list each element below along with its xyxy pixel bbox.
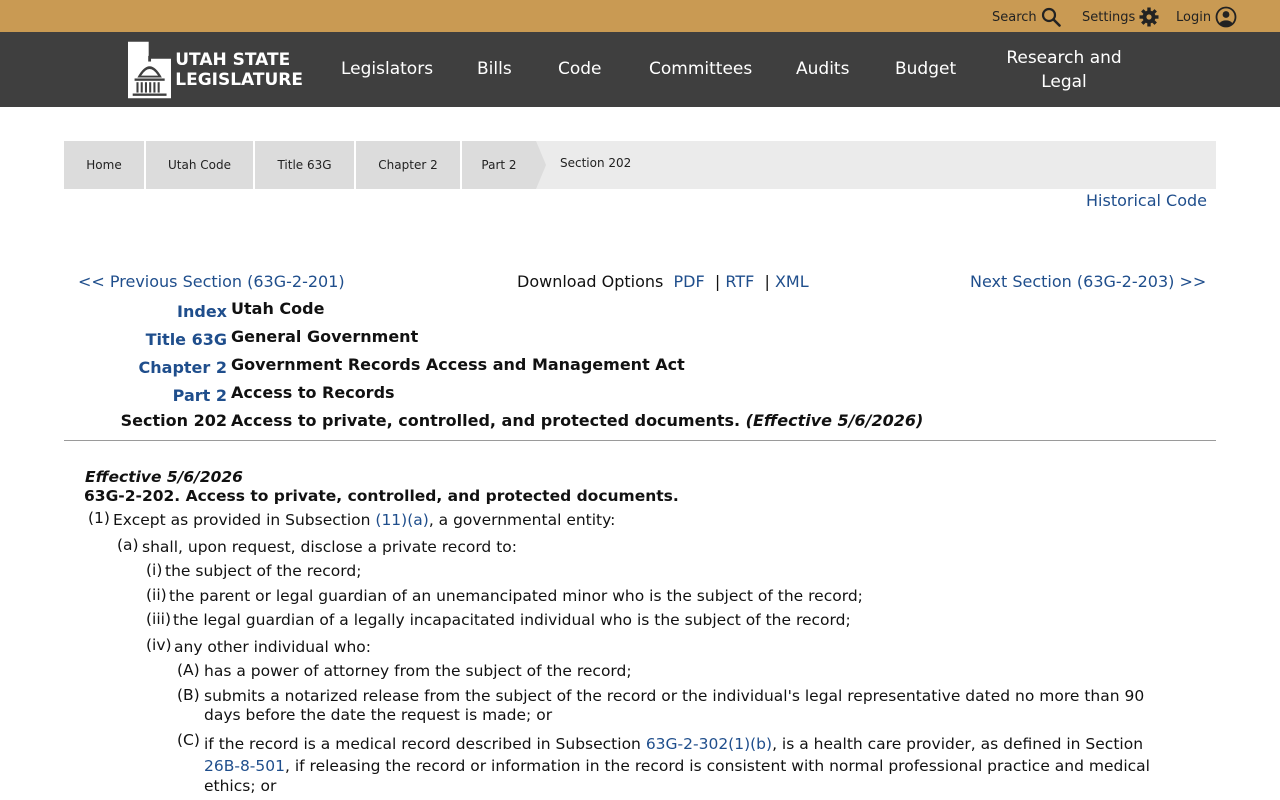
subsection-number: (A)	[177, 661, 200, 679]
breadcrumb-utah-code[interactable]: Utah Code	[146, 141, 255, 189]
subsection-text: Except as provided in Subsection (11)(a)…	[113, 511, 616, 529]
subsection-text: the subject of the record;	[165, 562, 362, 580]
breadcrumb-current-section: Section 202	[560, 156, 632, 170]
subsection-text: if the record is a medical record descri…	[204, 735, 1150, 795]
download-pdf-link[interactable]: PDF	[674, 272, 705, 291]
statute-link[interactable]: 63G-2-302(1)(b)	[646, 735, 772, 753]
capitol-logo-icon	[128, 41, 172, 99]
login-button[interactable]: Login	[1176, 6, 1237, 28]
user-icon	[1215, 6, 1237, 28]
title-value: General Government	[231, 327, 419, 346]
download-xml-link[interactable]: XML	[775, 272, 809, 291]
subsection-text: has a power of attorney from the subject…	[204, 662, 632, 680]
breadcrumb-separator	[536, 141, 546, 189]
section-label: Section 202	[120, 411, 227, 430]
gear-icon	[1139, 7, 1159, 27]
login-label: Login	[1176, 9, 1212, 25]
section-effective-date: (Effective 5/6/2026)	[745, 411, 924, 430]
next-section-link[interactable]: Next Section (63G-2-203) >>	[970, 272, 1206, 291]
breadcrumb-chapter[interactable]: Chapter 2	[356, 141, 462, 189]
subsection-text: shall, upon request, disclose a private …	[142, 538, 517, 556]
nav-committees[interactable]: Committees	[649, 59, 752, 79]
logo-text: UTAH STATE LEGISLATURE	[175, 50, 303, 90]
download-options-label: Download Options	[517, 272, 664, 291]
utility-bar: Search Settings Login	[0, 0, 1280, 32]
subsection-number: (iv)	[146, 636, 172, 654]
chapter-value: Government Records Access and Management…	[231, 355, 685, 374]
subsection-text: submits a notarized release from the sub…	[204, 687, 1145, 724]
subsection-number: (a)	[117, 536, 139, 554]
subsection-text: the parent or legal guardian of an unema…	[169, 587, 863, 605]
breadcrumb-home[interactable]: Home	[64, 141, 146, 189]
breadcrumb-part[interactable]: Part 2	[462, 141, 536, 189]
part-value: Access to Records	[231, 383, 395, 402]
nav-legislators[interactable]: Legislators	[341, 59, 433, 79]
index-label-link[interactable]: Index	[177, 302, 227, 321]
nav-research-and-legal[interactable]: Research and Legal	[1004, 46, 1124, 94]
search-icon	[1041, 7, 1061, 27]
subsection-number: (ii)	[146, 586, 167, 604]
subsection-number: (iii)	[146, 610, 172, 628]
settings-label: Settings	[1082, 9, 1136, 25]
index-value: Utah Code	[231, 299, 325, 318]
subsection-number: (C)	[177, 731, 200, 749]
breadcrumb: Home Utah Code Title 63G Chapter 2 Part …	[64, 141, 1216, 189]
subsection-link[interactable]: (11)(a)	[375, 511, 428, 529]
site-logo[interactable]: UTAH STATE LEGISLATURE	[128, 40, 303, 100]
subsection-text: any other individual who:	[174, 638, 371, 656]
nav-code[interactable]: Code	[558, 59, 602, 79]
divider	[64, 440, 1216, 441]
settings-button[interactable]: Settings	[1082, 7, 1159, 27]
previous-section-link[interactable]: << Previous Section (63G-2-201)	[78, 272, 345, 291]
section-value: Access to private, controlled, and prote…	[231, 411, 924, 430]
search-button[interactable]: Search	[992, 7, 1061, 27]
download-options: Download Options PDF | RTF | XML	[517, 272, 809, 291]
nav-audits[interactable]: Audits	[796, 59, 849, 79]
nav-bills[interactable]: Bills	[477, 59, 512, 79]
subsection-text: the legal guardian of a legally incapaci…	[173, 611, 851, 629]
statute-link[interactable]: 26B-8-501	[204, 757, 285, 775]
separator: |	[764, 272, 770, 291]
subsection-number: (1)	[88, 509, 110, 527]
title-label-link[interactable]: Title 63G	[146, 330, 227, 349]
separator: |	[714, 272, 721, 291]
breadcrumb-title[interactable]: Title 63G	[255, 141, 356, 189]
main-navbar: UTAH STATE LEGISLATURE Legislators Bills…	[0, 32, 1280, 107]
search-label: Search	[992, 9, 1037, 25]
subsection-number: (i)	[146, 561, 163, 579]
download-rtf-link[interactable]: RTF	[725, 272, 754, 291]
section-heading: 63G-2-202. Access to private, controlled…	[84, 487, 679, 505]
chapter-label-link[interactable]: Chapter 2	[139, 358, 227, 377]
effective-date: Effective 5/6/2026	[85, 468, 243, 486]
subsection-number: (B)	[177, 686, 200, 704]
historical-code-link[interactable]: Historical Code	[1086, 191, 1207, 210]
part-label-link[interactable]: Part 2	[173, 386, 227, 405]
nav-budget[interactable]: Budget	[895, 59, 956, 79]
